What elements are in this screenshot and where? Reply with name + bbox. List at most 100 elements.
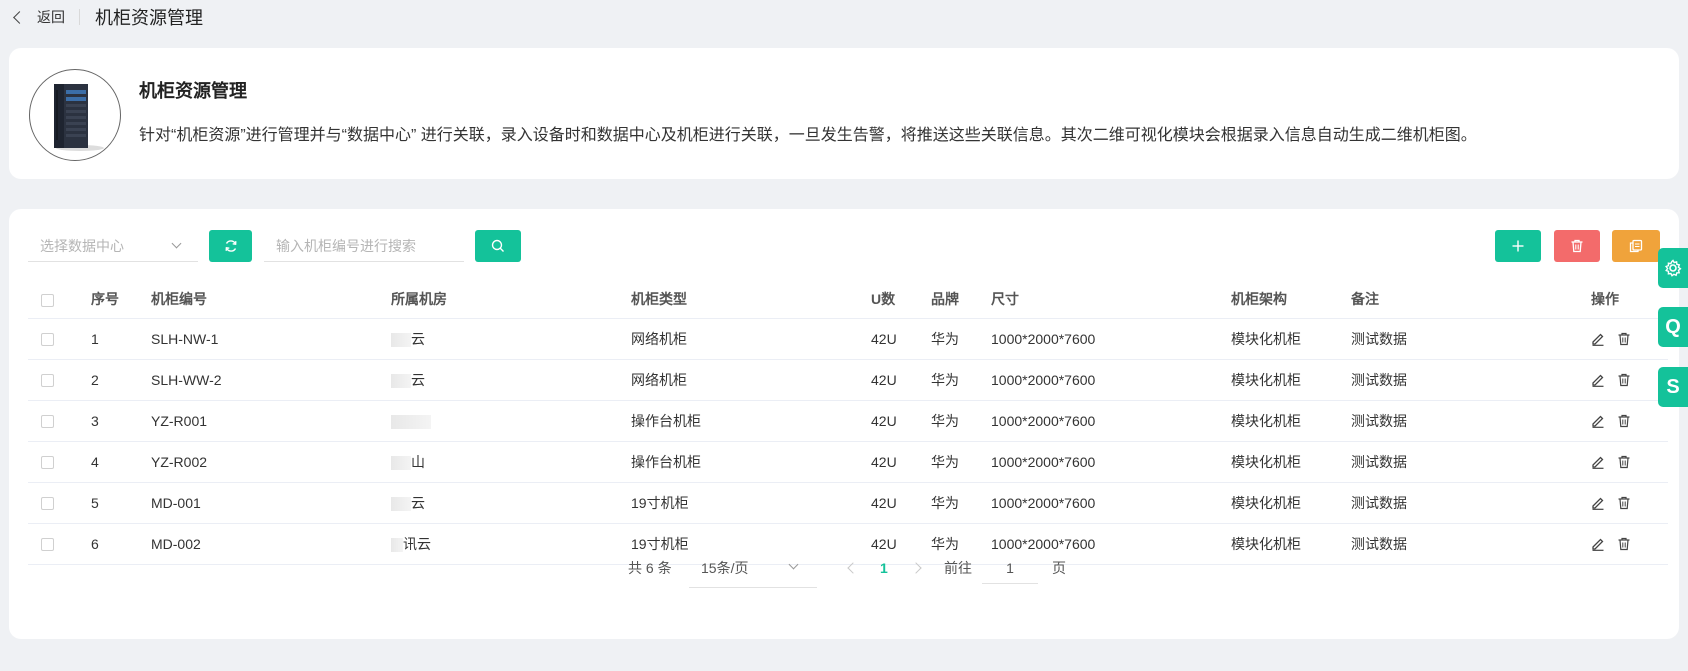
trash-icon[interactable] bbox=[1617, 496, 1631, 510]
intro-description: 针对“机柜资源”进行管理并与“数据中心” 进行关联，录入设备时和数据中心及机柜进… bbox=[139, 127, 1477, 144]
cell-room: 云 bbox=[391, 318, 631, 360]
redacted-mark bbox=[391, 414, 431, 429]
cell-u: 42U bbox=[871, 318, 931, 360]
edit-icon[interactable] bbox=[1591, 414, 1605, 428]
gear-icon bbox=[1664, 259, 1682, 277]
server-cabinet-icon bbox=[54, 84, 104, 151]
cell-brand: 华为 bbox=[931, 441, 991, 483]
settings-tab[interactable] bbox=[1658, 248, 1688, 288]
cell-remark: 测试数据 bbox=[1351, 441, 1591, 483]
cell-arch: 模块化机柜 bbox=[1231, 359, 1351, 401]
header-type[interactable]: 机柜类型 bbox=[631, 280, 871, 319]
add-button[interactable] bbox=[1495, 230, 1541, 262]
cell-remark: 测试数据 bbox=[1351, 318, 1591, 360]
copy-button[interactable] bbox=[1612, 230, 1660, 262]
copy-icon bbox=[1629, 239, 1643, 253]
cabinet-list-panel: 选择数据中心 输入机柜编号进行搜索 序号 机柜编号 所属机房 机柜类型 U数 品… bbox=[9, 209, 1679, 639]
datacenter-select[interactable]: 选择数据中心 bbox=[28, 230, 198, 262]
cell-u: 42U bbox=[871, 482, 931, 524]
edit-icon[interactable] bbox=[1591, 455, 1605, 469]
cell-u: 42U bbox=[871, 359, 931, 401]
cell-type: 网络机柜 bbox=[631, 318, 871, 360]
edit-icon[interactable] bbox=[1591, 496, 1605, 510]
goto-page-input[interactable] bbox=[982, 552, 1038, 584]
side-tab-q[interactable]: Q bbox=[1658, 307, 1688, 347]
row-checkbox[interactable] bbox=[41, 456, 54, 470]
cell-brand: 华为 bbox=[931, 318, 991, 360]
pagination-total: 共 6 条 bbox=[628, 560, 672, 576]
row-checkbox[interactable] bbox=[41, 333, 54, 347]
trash-icon[interactable] bbox=[1617, 455, 1631, 469]
redacted-mark bbox=[391, 455, 411, 470]
top-bar: 返回 机柜资源管理 bbox=[0, 0, 1688, 34]
cell-room: 云 bbox=[391, 482, 631, 524]
table-row: 5 MD-001 云 19寸机柜 42U 华为 1000*2000*7600 模… bbox=[28, 482, 1668, 524]
chevron-down-icon bbox=[171, 238, 182, 249]
cell-size: 1000*2000*7600 bbox=[991, 441, 1231, 483]
cell-type: 网络机柜 bbox=[631, 359, 871, 401]
cell-room bbox=[391, 400, 631, 442]
delete-button[interactable] bbox=[1554, 230, 1600, 262]
edit-icon[interactable] bbox=[1591, 332, 1605, 346]
cabinet-search-input[interactable] bbox=[264, 230, 464, 262]
row-checkbox[interactable] bbox=[41, 415, 54, 429]
header-remark[interactable]: 备注 bbox=[1351, 280, 1591, 319]
page-number-current[interactable]: 1 bbox=[880, 548, 888, 588]
cell-code: YZ-R002 bbox=[151, 441, 391, 483]
redacted-mark bbox=[391, 373, 411, 388]
select-all-checkbox[interactable] bbox=[41, 293, 54, 307]
cell-index: 4 bbox=[91, 441, 151, 483]
cabinet-table: 序号 机柜编号 所属机房 机柜类型 U数 品牌 尺寸 机柜架构 备注 操作 1 … bbox=[28, 280, 1668, 565]
cell-room-text: 云 bbox=[411, 371, 425, 388]
cell-u: 42U bbox=[871, 441, 931, 483]
trash-icon[interactable] bbox=[1617, 332, 1631, 346]
refresh-icon bbox=[225, 240, 236, 252]
pagination: 共 6 条 15条/页 1 前往 页 bbox=[9, 548, 1679, 588]
header-code[interactable]: 机柜编号 bbox=[151, 280, 391, 319]
cell-size: 1000*2000*7600 bbox=[991, 359, 1231, 401]
back-button[interactable]: 返回 bbox=[12, 7, 65, 27]
header-brand[interactable]: 品牌 bbox=[931, 280, 991, 319]
trash-icon[interactable] bbox=[1617, 373, 1631, 387]
row-checkbox[interactable] bbox=[41, 497, 54, 511]
cell-room: 山 bbox=[391, 441, 631, 483]
cell-arch: 模块化机柜 bbox=[1231, 400, 1351, 442]
cell-room-text: 山 bbox=[411, 453, 425, 470]
page-size-value: 15条/页 bbox=[701, 559, 749, 576]
page-size-select[interactable]: 15条/页 bbox=[689, 548, 817, 588]
header-arch[interactable]: 机柜架构 bbox=[1231, 280, 1351, 319]
header-u[interactable]: U数 bbox=[871, 280, 931, 319]
cell-remark: 测试数据 bbox=[1351, 482, 1591, 524]
cell-arch: 模块化机柜 bbox=[1231, 318, 1351, 360]
next-page-button[interactable] bbox=[910, 548, 922, 588]
chevron-right-icon bbox=[910, 562, 922, 574]
cell-remark: 测试数据 bbox=[1351, 359, 1591, 401]
table-row: 2 SLH-WW-2 云 网络机柜 42U 华为 1000*2000*7600 … bbox=[28, 359, 1668, 401]
cell-brand: 华为 bbox=[931, 482, 991, 524]
cell-type: 19寸机柜 bbox=[631, 482, 871, 524]
cabinet-avatar bbox=[29, 69, 121, 161]
cell-room-text: 云 bbox=[411, 330, 425, 347]
redacted-mark bbox=[391, 332, 411, 347]
cell-arch: 模块化机柜 bbox=[1231, 441, 1351, 483]
row-checkbox[interactable] bbox=[41, 374, 54, 388]
side-tab-s[interactable]: S bbox=[1658, 367, 1688, 407]
cell-size: 1000*2000*7600 bbox=[991, 318, 1231, 360]
edit-icon[interactable] bbox=[1591, 373, 1605, 387]
cell-room: 云 bbox=[391, 359, 631, 401]
chevron-down-icon bbox=[788, 559, 799, 570]
header-room[interactable]: 所属机房 bbox=[391, 280, 631, 319]
cell-arch: 模块化机柜 bbox=[1231, 482, 1351, 524]
header-index[interactable]: 序号 bbox=[91, 280, 151, 319]
cell-index: 3 bbox=[91, 400, 151, 442]
prev-page-button[interactable] bbox=[847, 548, 859, 588]
cell-code: YZ-R001 bbox=[151, 400, 391, 442]
refresh-button[interactable] bbox=[209, 230, 252, 262]
cell-code: MD-001 bbox=[151, 482, 391, 524]
table-row: 3 YZ-R001 操作台机柜 42U 华为 1000*2000*7600 模块… bbox=[28, 400, 1668, 442]
trash-icon[interactable] bbox=[1617, 414, 1631, 428]
header-size[interactable]: 尺寸 bbox=[991, 280, 1231, 319]
table-header-row: 序号 机柜编号 所属机房 机柜类型 U数 品牌 尺寸 机柜架构 备注 操作 bbox=[28, 280, 1668, 319]
search-button[interactable] bbox=[475, 230, 521, 262]
cell-code: SLH-WW-2 bbox=[151, 359, 391, 401]
